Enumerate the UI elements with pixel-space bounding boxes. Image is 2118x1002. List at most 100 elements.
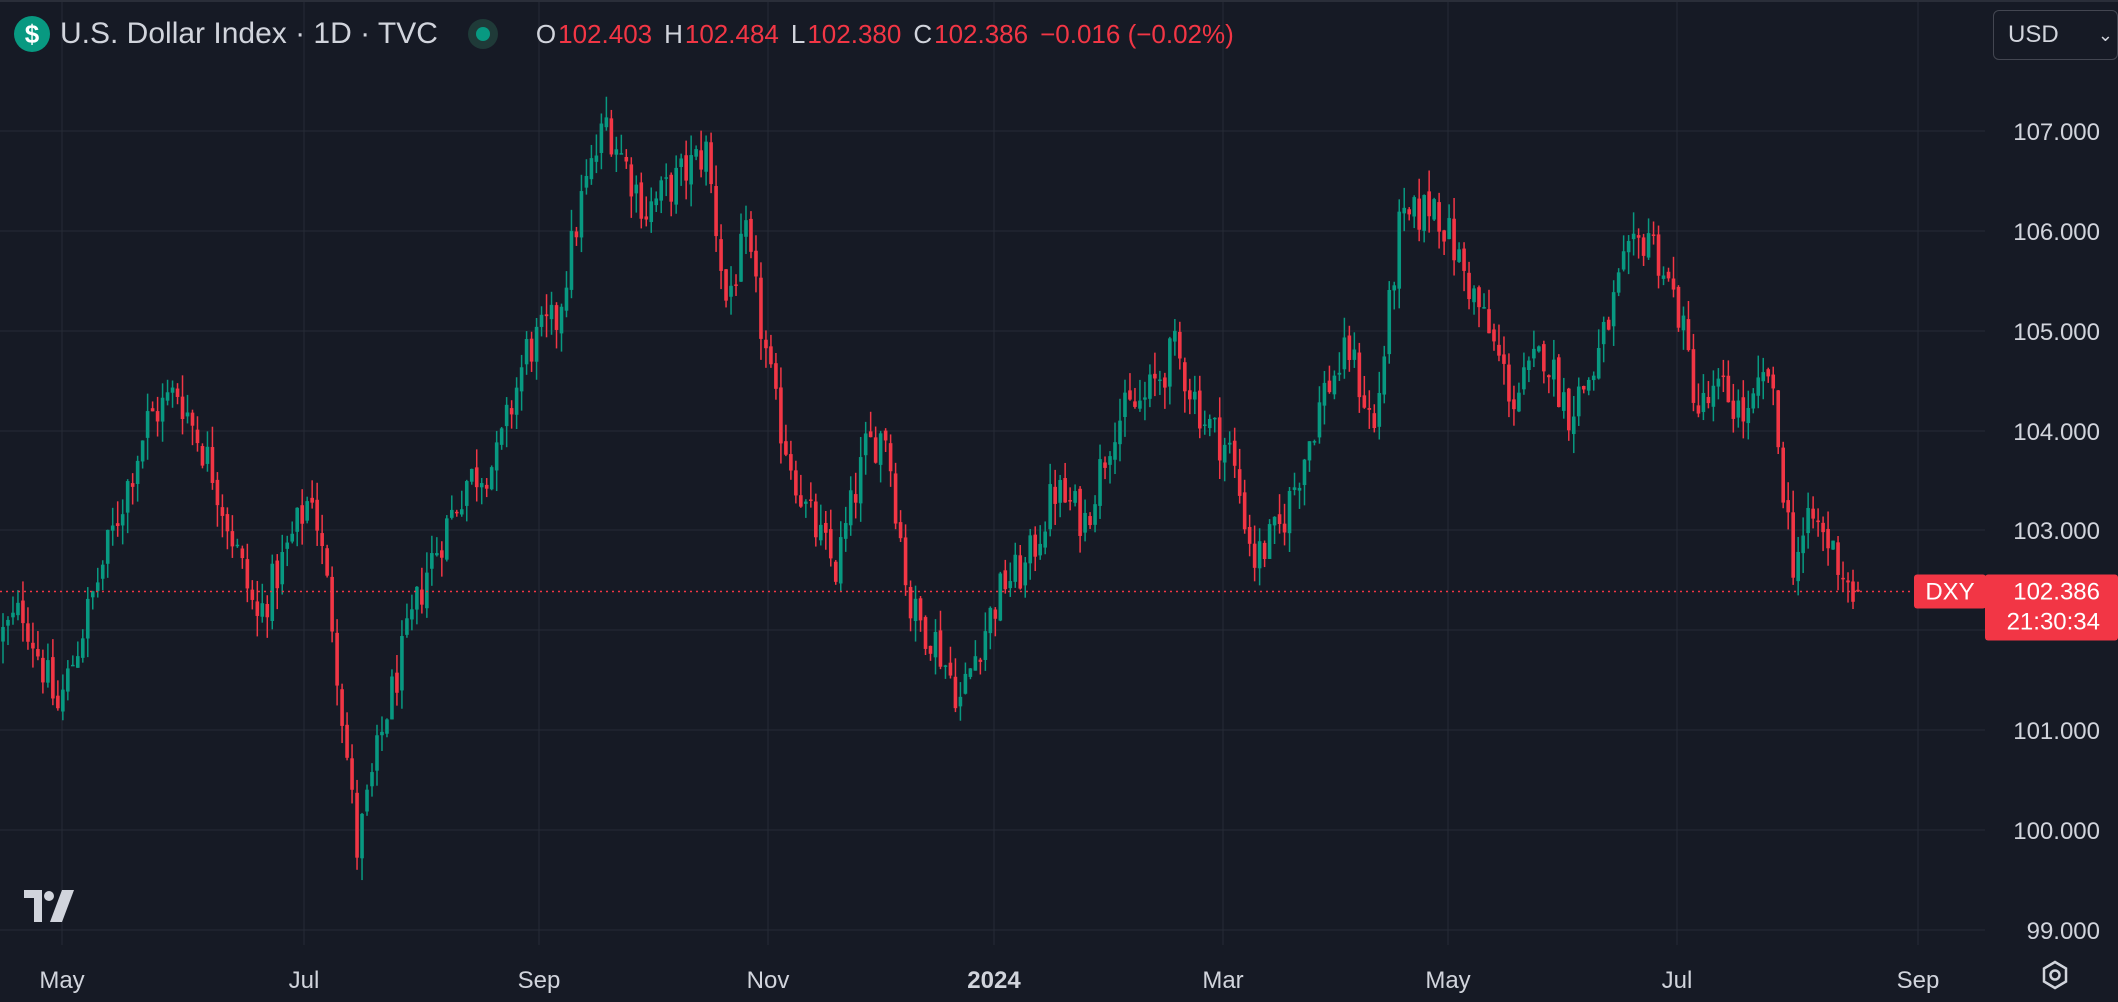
- candle-body: [1706, 396, 1711, 404]
- candle-body: [180, 396, 185, 420]
- candle-body: [1018, 555, 1023, 589]
- candle-body: [1561, 392, 1566, 411]
- candle-body: [1731, 400, 1736, 419]
- candle-body: [380, 731, 384, 736]
- candle-body: [1088, 516, 1092, 526]
- candle-body: [425, 572, 429, 609]
- candle-body: [574, 231, 579, 238]
- candle-body: [988, 607, 993, 634]
- candle-body: [1377, 392, 1382, 427]
- candle-body: [1252, 543, 1257, 568]
- candle-body: [614, 149, 619, 155]
- candle-body: [175, 388, 180, 397]
- candle-body: [948, 662, 953, 676]
- candle-body: [724, 269, 728, 301]
- candle-body: [370, 772, 374, 787]
- candle-body: [1093, 504, 1097, 525]
- candle-body: [1048, 484, 1052, 530]
- candle-body: [310, 497, 314, 503]
- candle-body: [1043, 531, 1047, 548]
- candle-body: [978, 659, 983, 662]
- candle-body: [1197, 390, 1202, 429]
- candle-body: [1402, 207, 1407, 214]
- candle-body: [56, 695, 60, 709]
- candle-body: [1701, 393, 1706, 413]
- candle-body: [1681, 315, 1686, 331]
- y-tick-label: 107.000: [2013, 119, 2100, 146]
- candle-body: [360, 813, 364, 859]
- candle-body: [1801, 535, 1805, 554]
- candle-body: [789, 454, 793, 471]
- candle-body: [1661, 275, 1666, 279]
- candle-body: [644, 216, 649, 220]
- candle-body: [6, 619, 10, 626]
- candle-body: [769, 346, 773, 365]
- candle-body: [325, 548, 329, 576]
- candle-body: [1566, 388, 1571, 431]
- candle-body: [255, 601, 260, 616]
- candle-body: [1462, 248, 1466, 271]
- y-tick-label: 105.000: [2013, 319, 2100, 346]
- candle-body: [1397, 211, 1402, 289]
- x-tick-label: Sep: [1897, 967, 1940, 994]
- candle-body: [140, 440, 145, 462]
- candle-body: [26, 623, 30, 642]
- candle-body: [1113, 442, 1117, 460]
- tradingview-logo[interactable]: [24, 890, 86, 927]
- candle-body: [709, 142, 713, 185]
- candle-body: [998, 573, 1003, 621]
- candle-body: [1726, 375, 1731, 403]
- candle-body: [1262, 542, 1267, 560]
- candle-body: [355, 792, 359, 858]
- candle-body: [430, 553, 434, 569]
- candle-body: [1432, 199, 1436, 220]
- candle-body: [868, 431, 873, 438]
- candle-body: [100, 564, 105, 579]
- candle-body: [440, 550, 444, 558]
- candle-body: [694, 149, 698, 157]
- candle-body: [1287, 490, 1292, 534]
- candle-body: [1342, 337, 1347, 370]
- candle-body: [1372, 413, 1377, 429]
- candle-body: [75, 656, 80, 668]
- candle-body: [1636, 235, 1641, 238]
- candle-body: [489, 467, 494, 490]
- candle-body: [135, 460, 140, 484]
- candle-body: [1641, 237, 1646, 256]
- candle-body: [1422, 195, 1426, 231]
- candle-body: [704, 141, 708, 172]
- candle-body: [609, 118, 614, 155]
- chevron-down-icon: ⌄: [2097, 25, 2113, 45]
- candle-body: [804, 501, 808, 504]
- candle-body: [509, 408, 514, 415]
- candle-body: [779, 387, 783, 444]
- candle-body: [594, 155, 599, 162]
- candle-body: [410, 609, 414, 620]
- candle-body: [1671, 278, 1676, 290]
- candle-body: [639, 182, 644, 219]
- candle-body: [240, 548, 245, 559]
- currency-select[interactable]: USD ⌄: [1993, 10, 2118, 60]
- candle-body: [1676, 286, 1681, 328]
- candle-body: [1666, 271, 1671, 279]
- gear-icon[interactable]: [2040, 960, 2070, 995]
- candle-body: [105, 529, 110, 564]
- symbol-title[interactable]: U.S. Dollar Index · 1D · TVC: [60, 17, 438, 51]
- candle-body: [1003, 570, 1008, 590]
- candle-body: [1357, 352, 1362, 398]
- candle-body: [1831, 540, 1835, 550]
- candle-body: [1586, 379, 1591, 391]
- candle-body: [16, 602, 20, 616]
- candle-body: [589, 158, 594, 180]
- candle-body: [888, 443, 893, 472]
- candle-body: [604, 117, 609, 128]
- price-chart[interactable]: 107.000 106.000 105.000 104.000 103.000 101.0…: [0, 0, 2118, 1002]
- candle-body: [1741, 397, 1746, 422]
- candle-body: [1068, 500, 1072, 502]
- candle-body: [579, 191, 584, 238]
- y-tick-label: 103.000: [2013, 518, 2100, 545]
- live-dot-icon: [467, 19, 498, 49]
- candle-body: [1292, 487, 1297, 490]
- candle-body: [1173, 330, 1177, 342]
- candle-body: [1631, 233, 1636, 240]
